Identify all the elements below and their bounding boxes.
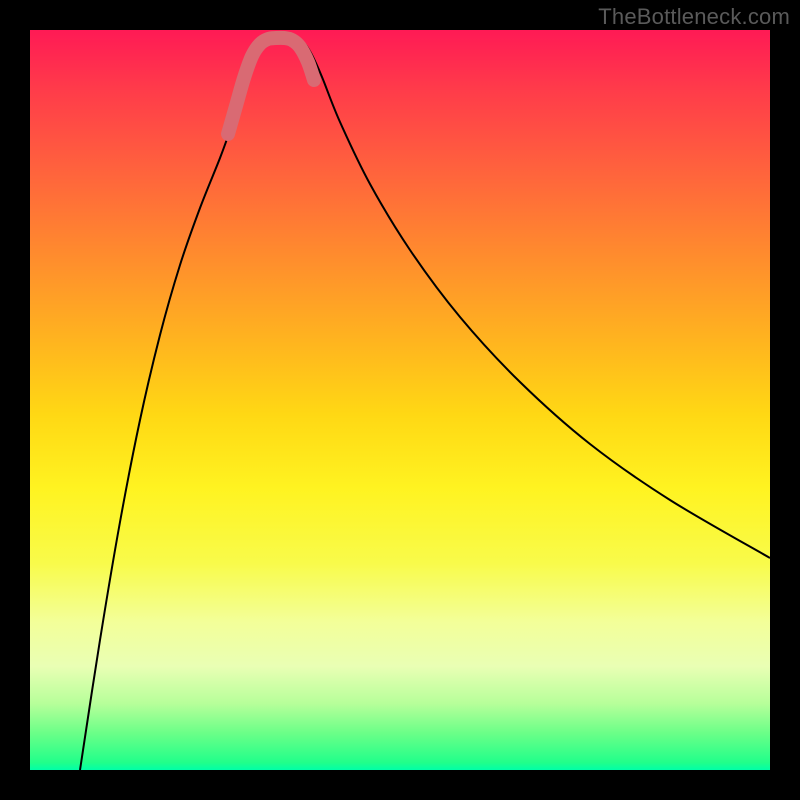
chart-plot-area (30, 30, 770, 770)
background-gradient (30, 30, 770, 770)
watermark-label: TheBottleneck.com (598, 4, 790, 30)
